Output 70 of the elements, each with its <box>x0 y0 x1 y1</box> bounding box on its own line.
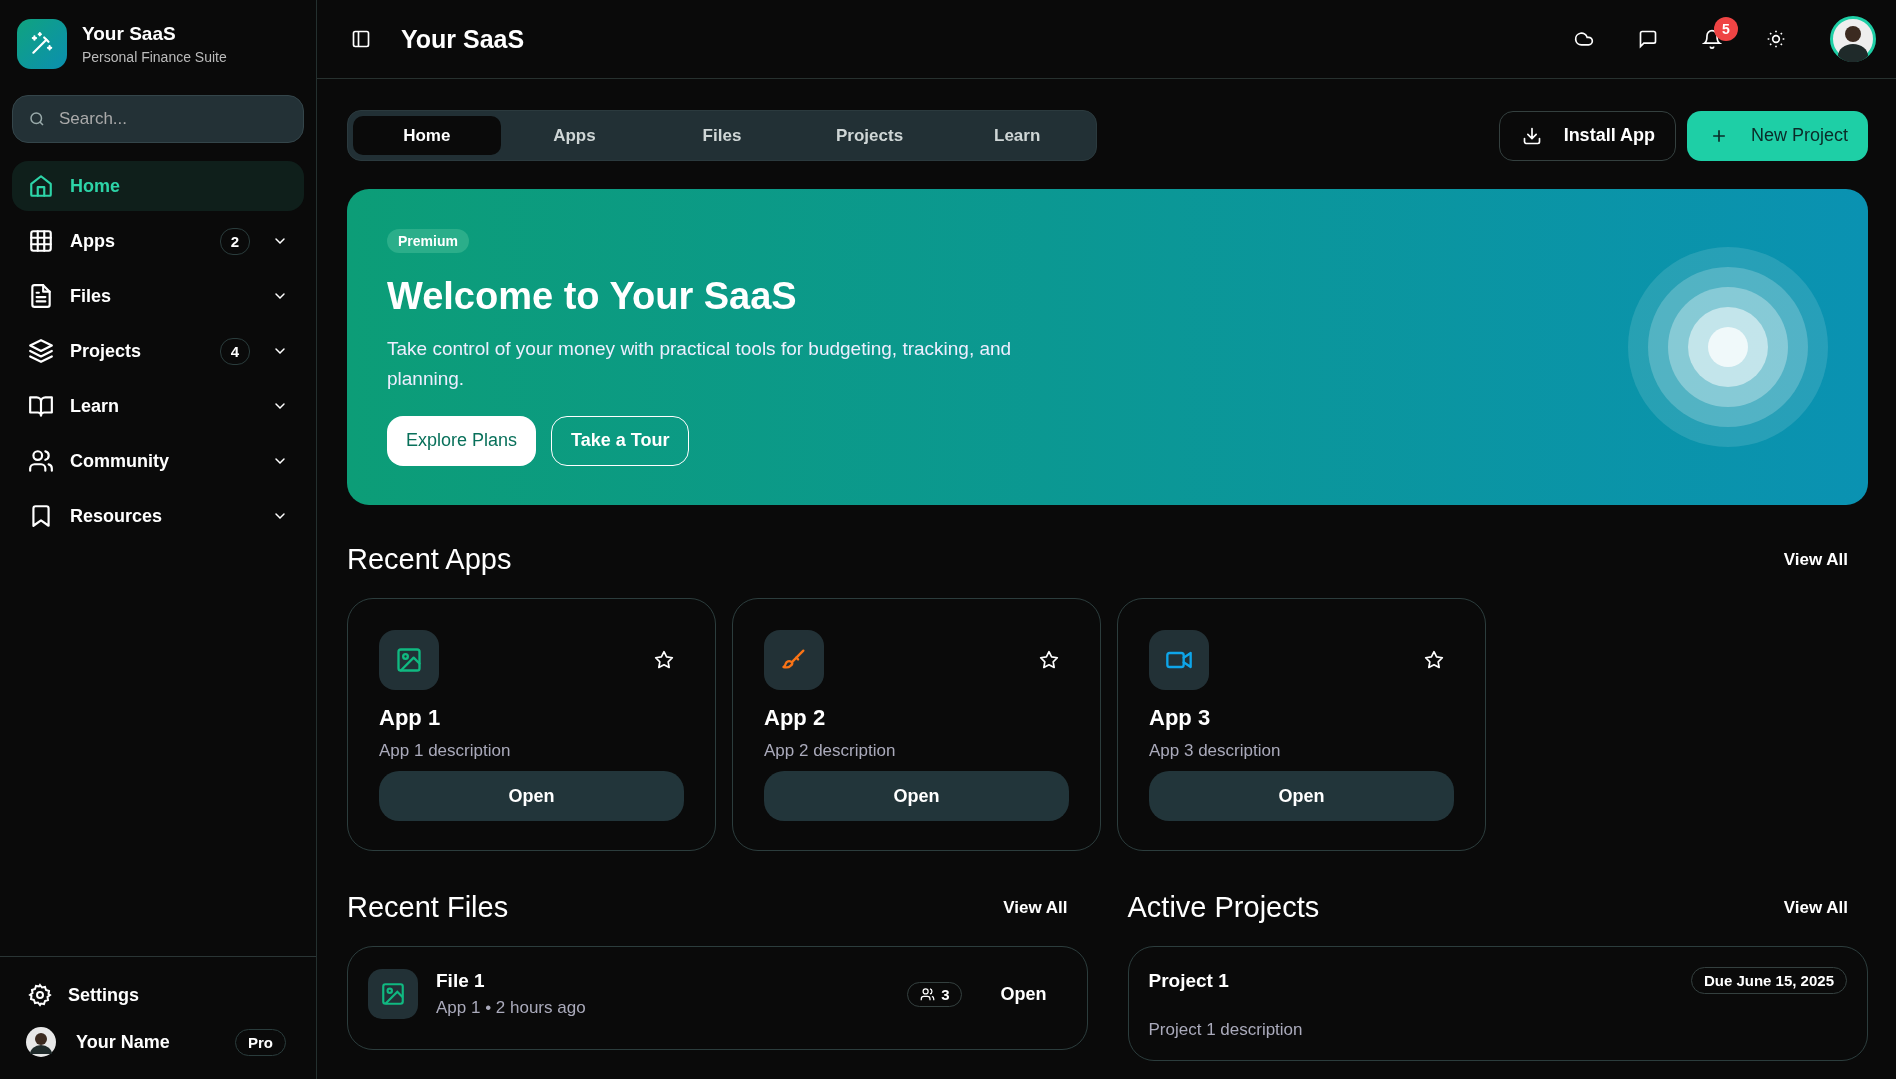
app-name: App 3 <box>1149 705 1212 731</box>
user-name: Your Name <box>76 1031 171 1053</box>
banner-title: Welcome to Your SaaS <box>387 274 797 318</box>
file-icon <box>28 283 54 309</box>
image-icon <box>368 969 418 1019</box>
install-button[interactable]: Install App <box>1498 110 1676 161</box>
count-badge: 2 <box>220 227 250 255</box>
tab[interactable]: Projects <box>795 116 944 155</box>
star-icon[interactable] <box>654 650 674 670</box>
new-project-button[interactable]: New Project <box>1686 110 1868 161</box>
users-icon <box>28 448 54 474</box>
download-icon <box>1521 125 1542 146</box>
book-icon <box>28 393 54 419</box>
tab[interactable]: Apps <box>500 116 649 155</box>
file-meta: App 1 • 2 hours ago <box>436 998 587 1018</box>
chat-icon[interactable] <box>1638 29 1658 49</box>
section-title: Recent Files <box>347 891 509 924</box>
nav-item[interactable]: Learn <box>12 381 304 431</box>
nav-item[interactable]: Apps 2 <box>12 216 304 266</box>
nav-item[interactable]: Community <box>12 436 304 486</box>
avatar-icon[interactable] <box>1830 16 1876 62</box>
app-name: App 2 <box>764 705 827 731</box>
brand-name: Your SaaS <box>82 23 177 45</box>
tab[interactable]: Files <box>648 116 796 155</box>
tab[interactable]: Home <box>353 116 501 155</box>
explore-plans-button[interactable]: Explore Plans <box>387 415 537 466</box>
app-description: App 2 description <box>764 741 897 761</box>
section-title: Recent Apps <box>347 543 512 576</box>
settings-link[interactable]: Settings <box>12 975 304 1015</box>
brand-tagline: Personal Finance Suite <box>82 49 227 65</box>
tab[interactable]: Learn <box>943 116 1091 155</box>
project-name: Project 1 <box>1148 969 1229 992</box>
star-icon[interactable] <box>1424 650 1444 670</box>
open-button[interactable]: Open <box>980 983 1067 1005</box>
users-icon <box>920 986 936 1002</box>
sidebar-toggle-icon[interactable] <box>351 29 371 49</box>
avatar-icon[interactable] <box>26 1027 56 1057</box>
nav-item[interactable]: Resources <box>12 491 304 541</box>
view-all-link[interactable]: View All <box>1783 549 1848 570</box>
app-name: App 1 <box>379 705 442 731</box>
search-icon <box>28 110 46 128</box>
notification-badge: 5 <box>1714 17 1738 41</box>
premium-tag: Premium <box>387 228 469 253</box>
home-icon <box>28 173 54 199</box>
open-button[interactable]: Open <box>379 771 684 821</box>
logo-icon <box>17 19 67 69</box>
grid-icon <box>28 228 54 254</box>
cloud-icon[interactable] <box>1574 29 1594 49</box>
view-all-link[interactable]: View All <box>1783 897 1848 918</box>
nav-item[interactable]: Projects 4 <box>12 326 304 376</box>
project-description: Project 1 description <box>1148 1020 1304 1040</box>
file-name: File 1 <box>436 970 486 992</box>
nav-item[interactable]: Home <box>12 161 304 211</box>
star-icon[interactable] <box>1039 650 1059 670</box>
settings-icon <box>28 983 52 1007</box>
nav-item[interactable]: Files <box>12 271 304 321</box>
bell-icon[interactable] <box>1702 29 1722 49</box>
layers-icon <box>28 338 54 364</box>
count-text: 3 <box>941 985 950 1003</box>
banner-text: Take control of your money with practical tools for budgeting, tracking, and planning. <box>387 336 1013 391</box>
view-all-link[interactable]: View All <box>1003 897 1068 918</box>
section-title: Active Projects <box>1127 891 1320 924</box>
open-button[interactable]: Open <box>764 771 1069 821</box>
count-badge: 4 <box>220 337 250 365</box>
search-field[interactable]: Search... <box>12 95 304 143</box>
app-description: App 3 description <box>1149 741 1282 761</box>
page-title: Your SaaS <box>401 24 525 54</box>
sun-icon[interactable] <box>1766 29 1786 49</box>
open-button[interactable]: Open <box>1149 771 1454 821</box>
app-description: App 1 description <box>379 741 512 761</box>
